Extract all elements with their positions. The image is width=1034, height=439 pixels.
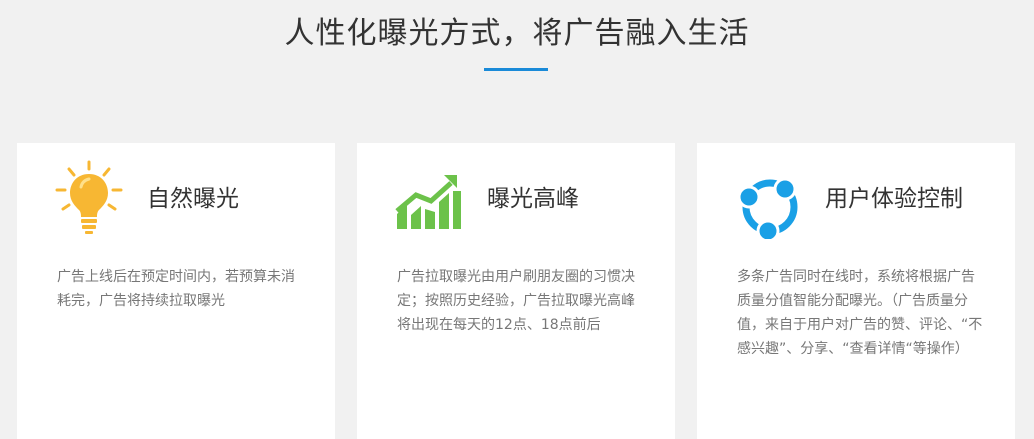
- bar-chart-trend-icon: [394, 159, 464, 239]
- card-title: 用户体验控制: [825, 186, 963, 212]
- card-description: 广告拉取曝光由用户刷朋友圈的习惯决定；按照历史经验，广告拉取曝光高峰将出现在每天…: [397, 269, 635, 333]
- lightbulb-icon: [54, 159, 124, 239]
- section-title: 人性化曝光方式，将广告融入生活: [284, 16, 750, 51]
- card-title: 自然曝光: [147, 186, 239, 212]
- card-description: 多条广告同时在线时，系统将根据广告质量分值智能分配曝光。（广告质量分值，来自于用…: [737, 269, 983, 357]
- feature-card-user-experience-control: 用户体验控制 多条广告同时在线时，系统将根据广告质量分值智能分配曝光。（广告质量…: [697, 143, 1015, 439]
- feature-card-exposure-peak: 曝光高峰 广告拉取曝光由用户刷朋友圈的习惯决定；按照历史经验，广告拉取曝光高峰将…: [357, 143, 675, 439]
- card-description: 广告上线后在预定时间内，若预算未消耗完，广告将持续拉取曝光: [57, 269, 295, 309]
- title-underline: [484, 68, 548, 71]
- card-title: 曝光高峰: [487, 186, 579, 212]
- share-nodes-icon: [734, 159, 804, 239]
- feature-card-natural-exposure: 自然曝光 广告上线后在预定时间内，若预算未消耗完，广告将持续拉取曝光: [17, 143, 335, 439]
